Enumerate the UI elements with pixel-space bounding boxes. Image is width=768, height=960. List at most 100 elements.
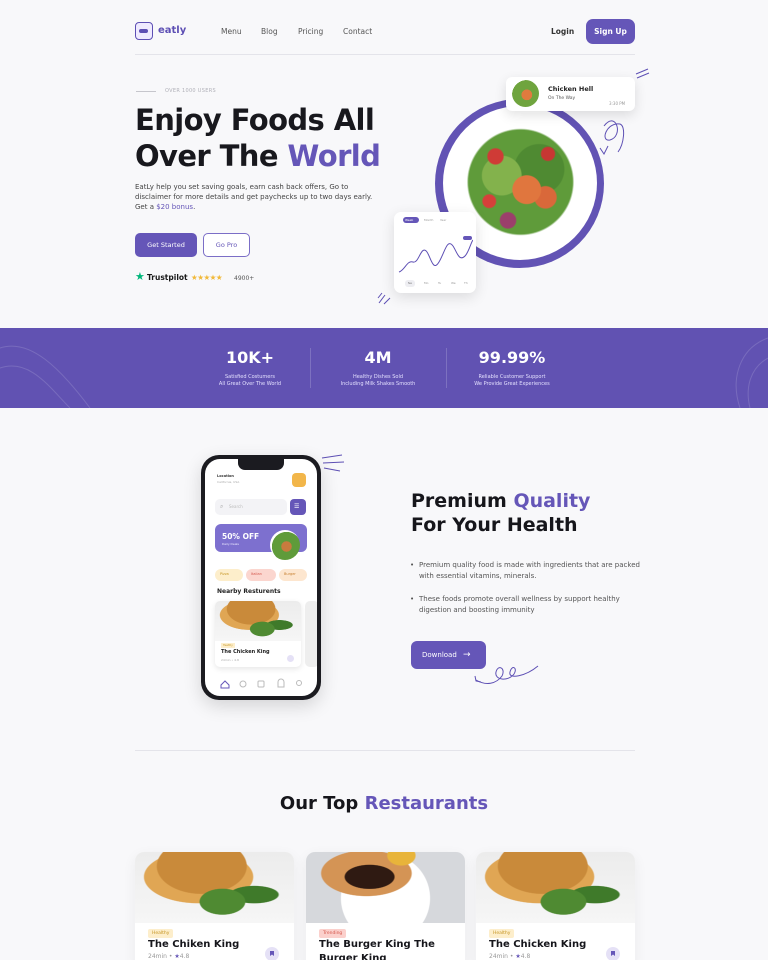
premium-title: Premium Quality For Your Health (411, 489, 590, 537)
salad-image (458, 118, 583, 246)
trustpilot-star-icon: ★ (135, 270, 145, 283)
chart-tab-year[interactable]: Year (440, 217, 446, 223)
restaurant-tag: Healthy (489, 929, 515, 938)
premium-title-line1: Premium Quality (411, 489, 590, 513)
stat-value-dishes: 4M (364, 348, 392, 367)
chart-day-mo: Mo (424, 281, 429, 285)
order-thumb-image (512, 80, 539, 107)
chart-tab-month[interactable]: Month (424, 217, 433, 223)
stat-value-customers: 10K+ (225, 348, 275, 367)
phone-restaurant-meta: 24min • 4.8 (221, 658, 239, 662)
phone-promo-title: 50% OFF (222, 532, 260, 541)
phone-restaurant-card[interactable]: Healthy The Chicken King 24min • 4.8 (215, 601, 301, 667)
restaurant-rating: 4.8 (179, 953, 190, 960)
chart-card: Week Month Year Su Mo Tu We Th (394, 212, 476, 293)
nav-divider (135, 54, 635, 55)
eyebrow-line (136, 91, 156, 92)
phone-category-italian-label: Italian (251, 572, 262, 576)
order-time: 3:30 PM (609, 101, 626, 106)
phone-bookmark-icon[interactable] (287, 655, 294, 662)
logo-text[interactable]: eatly (158, 25, 186, 36)
hero-title: Enjoy Foods All Over The World (135, 102, 381, 174)
restaurant-tag: Trending (319, 929, 347, 938)
arrow-right-icon: → (463, 650, 471, 660)
stat-line2-support: We Provide Great Experiences (474, 381, 550, 387)
stats-band (0, 328, 768, 408)
stat-line2-dishes: Including Milk Shakes Smooth (340, 381, 416, 387)
nav-link-pricing[interactable]: Pricing (298, 27, 323, 36)
download-decor-swirl-icon (474, 665, 539, 684)
restaurants-title-part: Our Top (279, 793, 365, 814)
restaurant-card[interactable]: Trending The Burger King The Burger King (306, 852, 465, 960)
hero-title-line1: Enjoy Foods All (135, 103, 375, 137)
order-status: On The Way (548, 96, 576, 101)
premium-title-accent: Quality (513, 490, 591, 512)
nav-link-blog[interactable]: Blog (261, 27, 278, 36)
premium-bullet: These foods promote overall wellness by … (410, 594, 641, 616)
chart-tab-week: Week (405, 218, 414, 222)
phone-tabbar (220, 678, 302, 689)
download-label: Download (422, 651, 457, 659)
phone-screen: Location California, USA ⌕ Search ☰ 50% … (205, 459, 317, 696)
phone-location-label: Location (217, 474, 234, 478)
phone-decor-lines-icon (321, 454, 345, 472)
hero-description: EatLy help you set saving goals, earn ca… (135, 182, 380, 212)
phone-promo-sub: Daily Deals (222, 542, 239, 546)
phone-restaurant-tag: Healthy (221, 643, 235, 648)
phone-category-pizza-label: Pizza (220, 572, 229, 576)
phone-search-input[interactable] (215, 499, 287, 515)
phone-avatar[interactable] (292, 473, 306, 487)
restaurant-card[interactable]: Healthy The Chicken King 24min • ★4.8 (476, 852, 635, 960)
order-title: Chicken Hell (548, 85, 594, 93)
login-link[interactable]: Login (551, 27, 574, 36)
phone-restaurant-image (215, 601, 301, 641)
chart-day-tu: Tu (438, 281, 442, 285)
restaurant-image (476, 852, 635, 923)
trustpilot-label: Trustpilot (147, 273, 188, 282)
premium-bullet: Premium quality food is made with ingred… (410, 560, 641, 582)
rating-count: 4900+ (234, 275, 255, 282)
premium-title-line2: For Your Health (411, 514, 578, 536)
premium-bullet-text: These foods promote overall wellness by … (419, 595, 620, 614)
filter-icon: ☰ (294, 503, 300, 510)
bonus-link[interactable]: $20 bonus (156, 203, 193, 211)
section-divider (135, 750, 635, 751)
restaurant-name: The Burger King The Burger King (319, 939, 435, 960)
restaurant-image (306, 852, 465, 923)
restaurants-title: Our Top Restaurants (0, 793, 768, 814)
chart-day-su: Su (408, 281, 412, 285)
phone-restaurant-card-next[interactable] (305, 601, 317, 667)
restaurant-time: 24min • (489, 953, 514, 960)
restaurant-name: The Chiken King (148, 939, 240, 950)
signup-button[interactable]: Sign Up (586, 19, 635, 44)
nav-link-menu[interactable]: Menu (221, 27, 242, 36)
restaurant-meta: 24min • ★4.8 (148, 953, 189, 960)
nav-link-contact[interactable]: Contact (343, 27, 372, 36)
phone-notch (238, 459, 284, 470)
premium-title-part: Premium (411, 490, 514, 512)
hero-title-part: Over The (135, 139, 288, 173)
phone-search-icon: ⌕ (220, 503, 224, 510)
chart-day-th: Th (464, 281, 468, 285)
stat-line2-customers: All Great Over The World (218, 381, 282, 387)
rating-stars: ★★★★★ (191, 273, 223, 282)
chart-day-we: We (451, 281, 456, 285)
phone-nearby-title: Nearby Resturents (217, 588, 281, 595)
bookmark-icon[interactable] (606, 947, 620, 960)
premium-bullet-text: Premium quality food is made with ingred… (419, 561, 640, 580)
chart-line (398, 236, 473, 273)
restaurant-meta: 24min • ★4.8 (489, 953, 530, 960)
bookmark-icon[interactable] (265, 947, 279, 960)
restaurant-rating: 4.8 (520, 953, 531, 960)
logo-icon[interactable] (135, 22, 153, 40)
go-pro-button[interactable]: Go Pro (203, 233, 250, 257)
decor-lines-icon (377, 292, 391, 305)
get-started-button[interactable]: Get Started (135, 233, 197, 257)
restaurant-time: 24min • (148, 953, 173, 960)
phone-promo-dish-image (270, 530, 300, 560)
phone-restaurant-name: The Chicken King (221, 649, 270, 655)
hero-title-line2: Over The World (135, 138, 381, 174)
restaurant-card[interactable]: Healthy The Chiken King 24min • ★4.8 (135, 852, 294, 960)
hero-desc-end: . (193, 203, 196, 211)
restaurant-name: The Chicken King (489, 939, 587, 950)
